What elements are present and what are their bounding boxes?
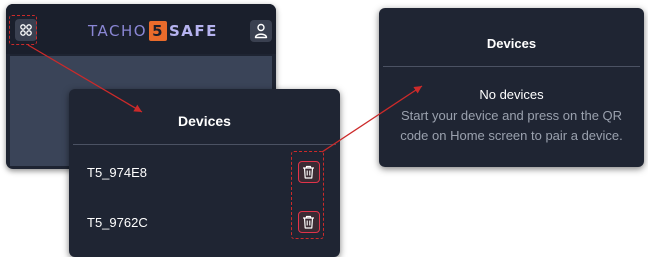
arrow-to-empty-panel (321, 85, 423, 153)
annotation-arrows (27, 44, 423, 153)
arrow-to-devices-panel (27, 44, 143, 113)
